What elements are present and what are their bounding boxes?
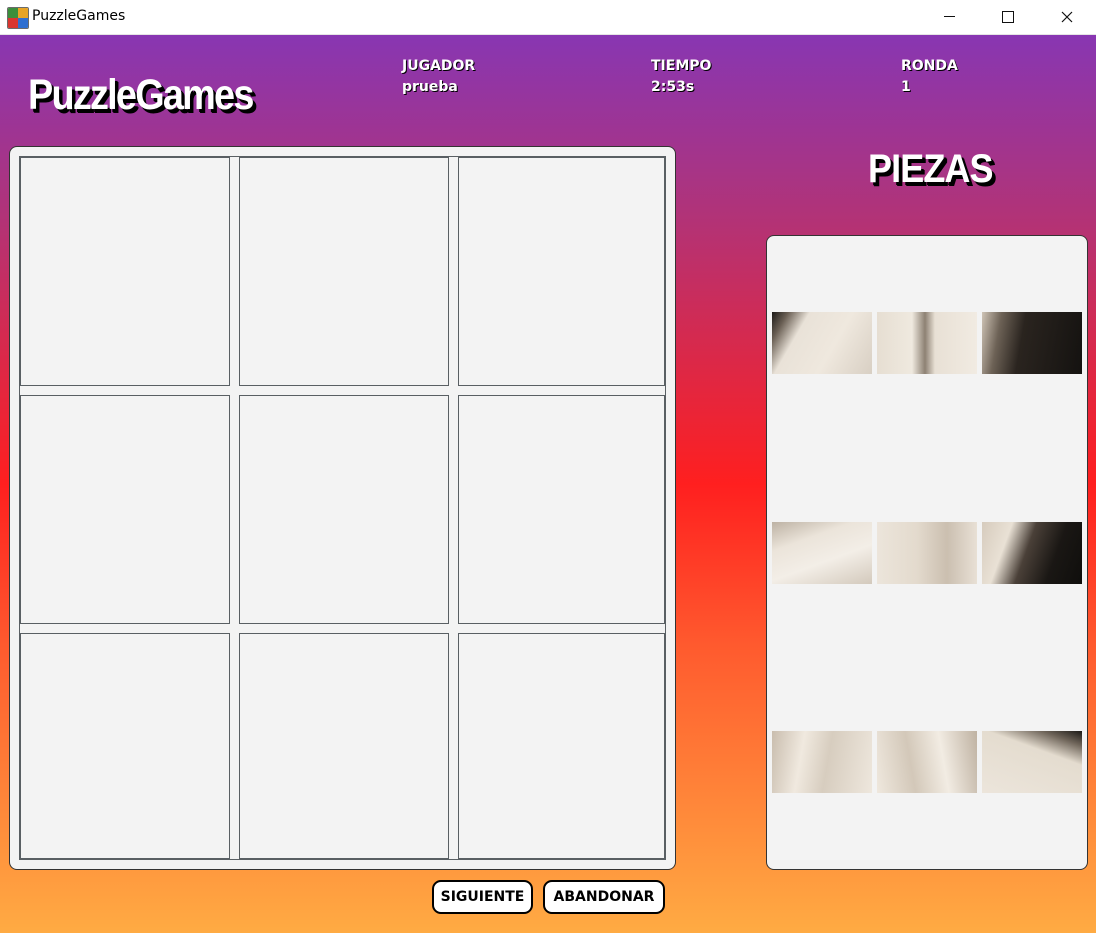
window-titlebar: PuzzleGames (0, 0, 1096, 35)
puzzle-piece[interactable] (877, 731, 977, 793)
round-stat: RONDA 1 (901, 56, 958, 98)
puzzle-piece[interactable] (772, 522, 872, 584)
puzzle-piece[interactable] (982, 731, 1082, 793)
puzzle-piece[interactable] (877, 522, 977, 584)
board-grid (19, 156, 666, 860)
game-stage: PuzzleGames JUGADOR prueba TIEMPO 2:53s … (0, 35, 1096, 933)
close-button[interactable] (1038, 0, 1096, 33)
puzzle-piece[interactable] (877, 312, 977, 374)
time-value: 2:53s (651, 79, 695, 95)
window-title: PuzzleGames (32, 8, 126, 24)
puzzle-piece[interactable] (772, 731, 872, 793)
puzzle-board (9, 146, 676, 870)
abandon-button[interactable]: ABANDONAR (543, 880, 665, 914)
app-logo: PuzzleGames (28, 71, 254, 119)
board-cell[interactable] (20, 395, 230, 624)
board-cell[interactable] (239, 395, 449, 624)
board-cell[interactable] (458, 395, 665, 624)
puzzle-app-icon (7, 7, 29, 29)
time-label: TIEMPO (651, 58, 712, 74)
board-cell[interactable] (239, 157, 449, 386)
round-label: RONDA (901, 58, 958, 74)
close-icon (1061, 11, 1073, 22)
board-cell[interactable] (20, 633, 230, 859)
time-stat: TIEMPO 2:53s (651, 56, 711, 98)
board-cell[interactable] (458, 157, 665, 386)
maximize-icon (1002, 10, 1014, 23)
minimize-button[interactable] (920, 0, 978, 33)
player-value: prueba (402, 79, 458, 95)
player-stat: JUGADOR prueba (402, 56, 475, 98)
player-label: JUGADOR (402, 58, 476, 74)
puzzle-piece[interactable] (982, 312, 1082, 374)
next-button[interactable]: SIGUIENTE (432, 880, 533, 914)
pieces-tray (766, 235, 1088, 870)
puzzle-piece[interactable] (772, 312, 872, 374)
maximize-button[interactable] (979, 0, 1037, 33)
puzzle-piece[interactable] (982, 522, 1082, 584)
pieces-title: PIEZAS (868, 147, 994, 191)
board-cell[interactable] (239, 633, 449, 859)
board-cell[interactable] (458, 633, 665, 859)
minimize-icon (943, 16, 955, 17)
round-value: 1 (901, 79, 911, 95)
board-cell[interactable] (20, 157, 230, 386)
